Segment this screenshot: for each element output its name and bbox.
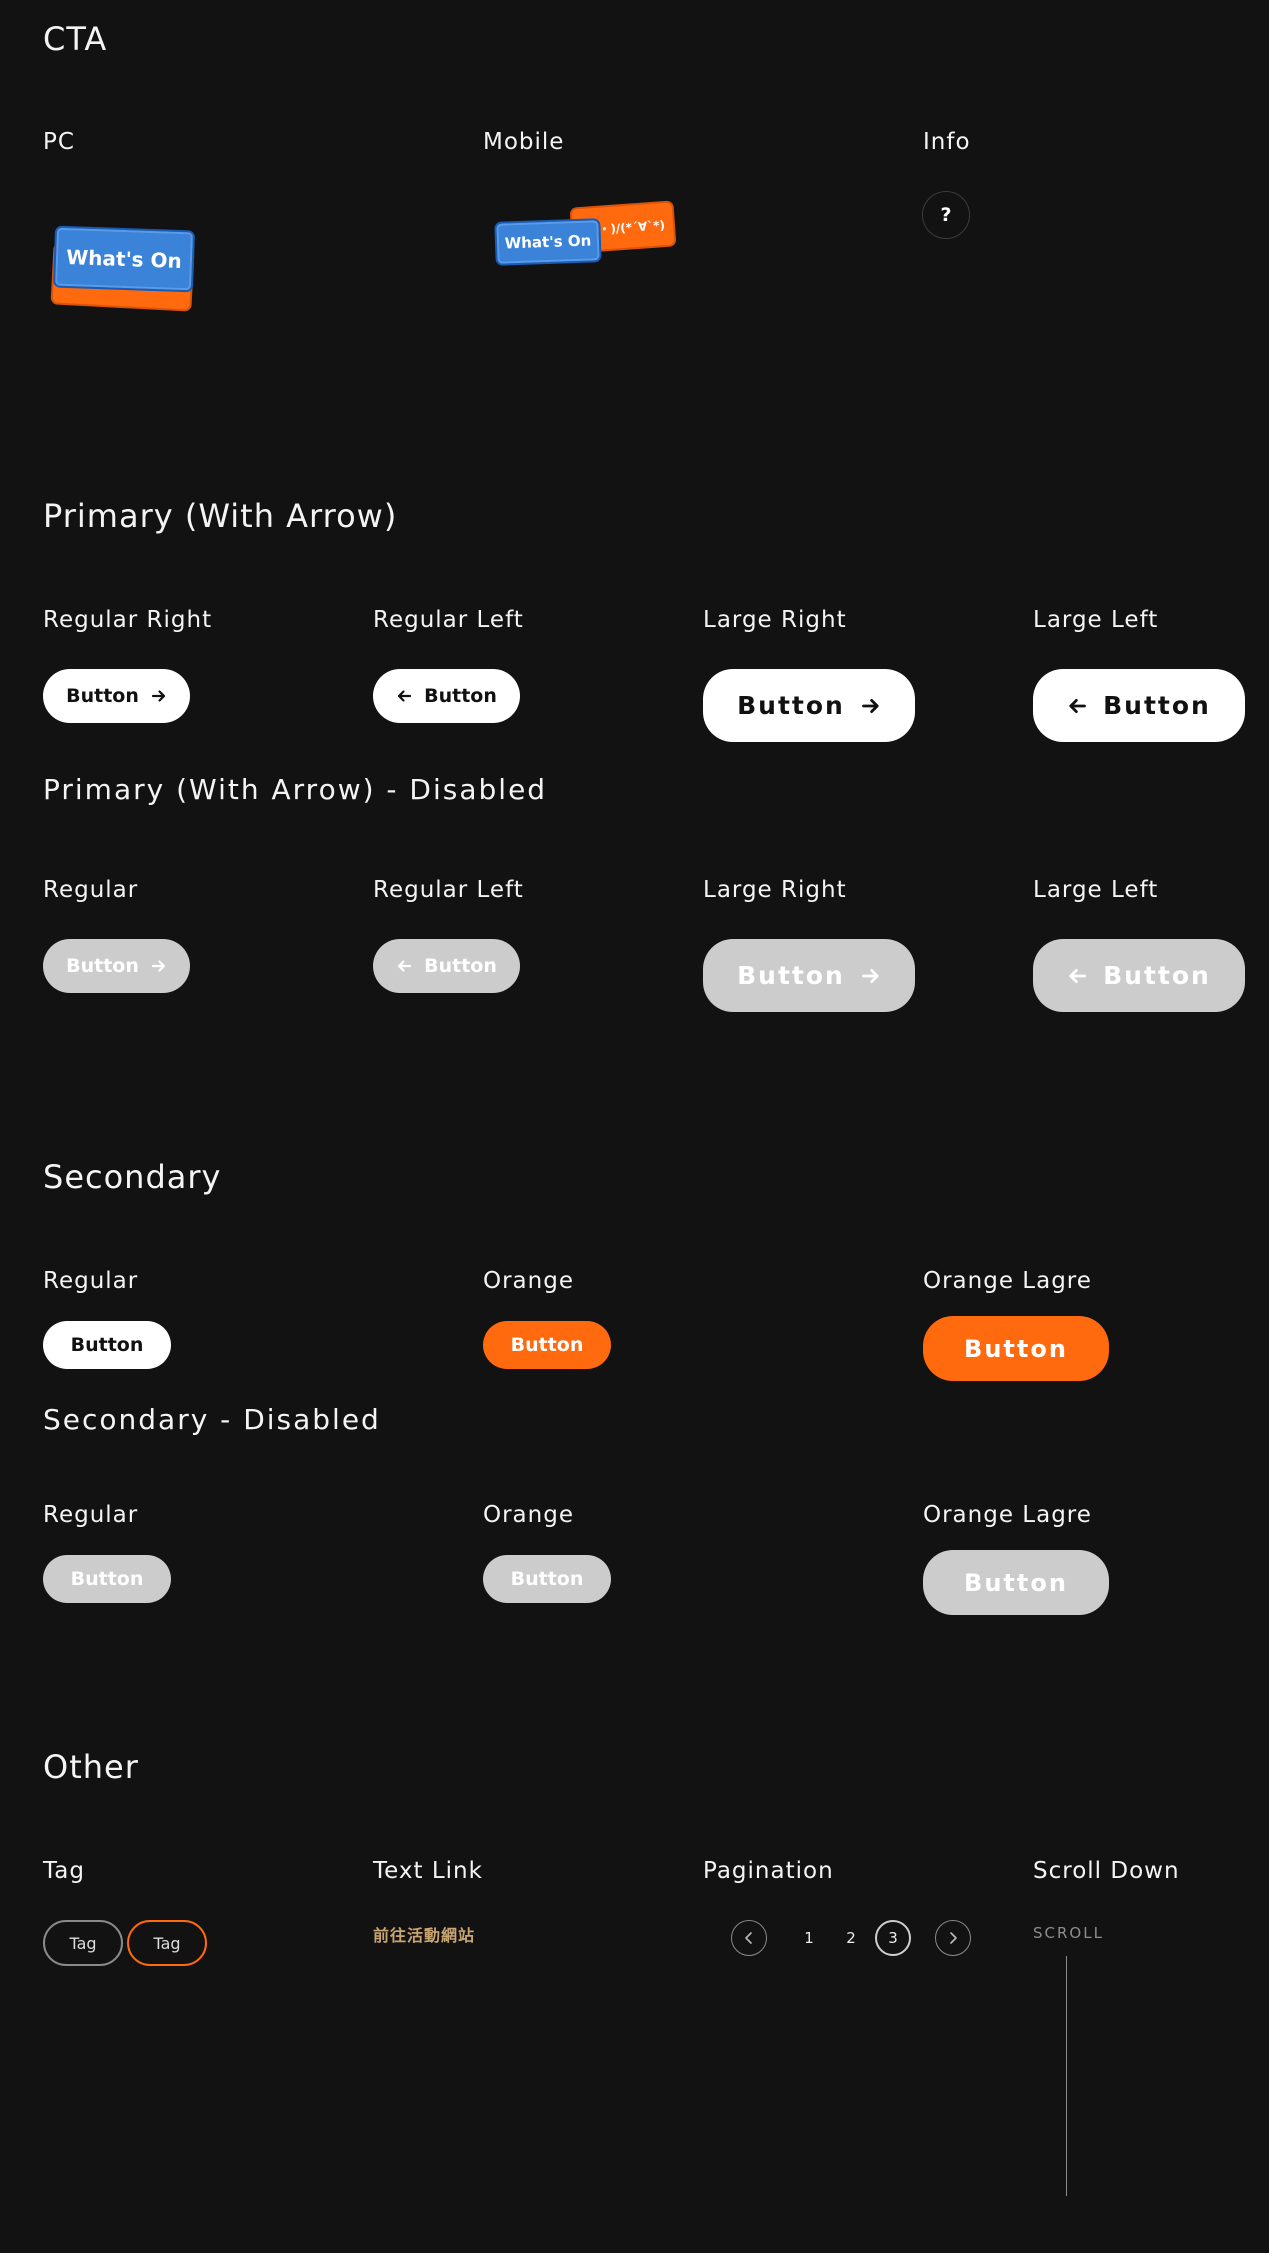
label-secondary-regular: Regular xyxy=(43,1268,139,1294)
section-title-secondary-disabled: Secondary - Disabled xyxy=(43,1403,381,1436)
label-primary-large-left: Large Left xyxy=(1033,607,1159,633)
scroll-down-line xyxy=(1066,1956,1067,2196)
button-label: Button xyxy=(424,955,497,977)
label-pc: PC xyxy=(43,129,75,155)
arrow-right-icon xyxy=(151,958,167,974)
label-secondary-orange-large: Orange Lagre xyxy=(923,1268,1092,1294)
section-title-primary: Primary (With Arrow) xyxy=(43,497,398,535)
label-secondary-disabled-orange: Orange xyxy=(483,1502,574,1528)
button-label: Button xyxy=(737,961,845,990)
secondary-regular-disabled-button: Button xyxy=(43,1555,171,1603)
arrow-right-icon xyxy=(151,688,167,704)
secondary-orange-large-disabled-button: Button xyxy=(923,1550,1109,1615)
label-disabled-large-right: Large Right xyxy=(703,877,847,903)
secondary-orange-button[interactable]: Button xyxy=(483,1321,611,1369)
primary-large-left-disabled-button: Button xyxy=(1033,939,1245,1012)
label-disabled-regular: Regular xyxy=(43,877,139,903)
cta-mobile-front-card: What's On xyxy=(494,218,602,266)
label-scroll-down: Scroll Down xyxy=(1033,1858,1180,1884)
text-link[interactable]: 前往活動網站 xyxy=(373,1922,475,1946)
pagination-page-3-active[interactable]: 3 xyxy=(875,1920,911,1956)
button-label: Button xyxy=(66,685,139,707)
arrow-right-icon xyxy=(861,696,881,716)
primary-regular-right-disabled-button: Button xyxy=(43,939,190,993)
secondary-orange-disabled-button: Button xyxy=(483,1555,611,1603)
chevron-left-icon xyxy=(745,1932,752,1944)
label-text-link: Text Link xyxy=(373,1858,483,1884)
button-label: Button xyxy=(737,691,845,720)
button-label: Button xyxy=(66,955,139,977)
label-secondary-disabled-regular: Regular xyxy=(43,1502,139,1528)
primary-regular-right-button[interactable]: Button xyxy=(43,669,190,723)
section-title-primary-disabled: Primary (With Arrow) - Disabled xyxy=(43,773,548,806)
label-tag: Tag xyxy=(43,1858,85,1884)
label-info: Info xyxy=(923,129,971,155)
scroll-down-label: SCROLL xyxy=(1033,1924,1104,1942)
label-primary-regular-right: Regular Right xyxy=(43,607,213,633)
arrow-left-icon xyxy=(396,958,412,974)
primary-regular-left-disabled-button: Button xyxy=(373,939,520,993)
arrow-left-icon xyxy=(1067,696,1087,716)
primary-large-right-disabled-button: Button xyxy=(703,939,915,1012)
cta-pc-front-card: What's On xyxy=(52,225,196,293)
label-secondary-orange: Orange xyxy=(483,1268,574,1294)
primary-regular-left-button[interactable]: Button xyxy=(373,669,520,723)
label-disabled-large-left: Large Left xyxy=(1033,877,1159,903)
button-label: Button xyxy=(1103,691,1211,720)
chevron-right-icon xyxy=(950,1932,957,1944)
label-primary-large-right: Large Right xyxy=(703,607,847,633)
primary-large-right-button[interactable]: Button xyxy=(703,669,915,742)
section-title-cta: CTA xyxy=(43,20,108,58)
secondary-orange-large-button[interactable]: Button xyxy=(923,1316,1109,1381)
label-disabled-regular-left: Regular Left xyxy=(373,877,524,903)
button-label: Button xyxy=(1103,961,1211,990)
label-secondary-disabled-orange-large: Orange Lagre xyxy=(923,1502,1092,1528)
pagination-page-2[interactable]: 2 xyxy=(833,1920,869,1956)
tag-active[interactable]: Tag xyxy=(127,1920,207,1966)
cta-pc-button[interactable]: What's On xyxy=(50,224,200,324)
tag-default[interactable]: Tag xyxy=(43,1920,123,1966)
secondary-regular-button[interactable]: Button xyxy=(43,1321,171,1369)
primary-large-left-button[interactable]: Button xyxy=(1033,669,1245,742)
arrow-left-icon xyxy=(1067,966,1087,986)
label-pagination: Pagination xyxy=(703,1858,834,1884)
arrow-left-icon xyxy=(396,688,412,704)
info-button[interactable]: ? xyxy=(922,191,970,239)
section-title-other: Other xyxy=(43,1748,139,1786)
button-label: Button xyxy=(424,685,497,707)
pagination-page-1[interactable]: 1 xyxy=(791,1920,827,1956)
label-primary-regular-left: Regular Left xyxy=(373,607,524,633)
pagination-prev-button[interactable] xyxy=(731,1920,767,1956)
label-mobile: Mobile xyxy=(483,129,565,155)
section-title-secondary: Secondary xyxy=(43,1158,222,1196)
pagination-next-button[interactable] xyxy=(935,1920,971,1956)
arrow-right-icon xyxy=(861,966,881,986)
cta-mobile-button[interactable]: (/・ω・)/(*´∀`*) What's On xyxy=(492,198,682,268)
